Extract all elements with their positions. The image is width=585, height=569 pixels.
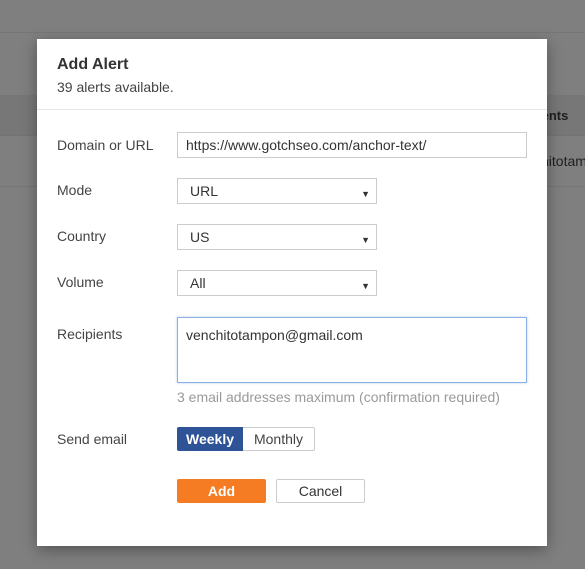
domain-input-value: https://www.gotchseo.com/anchor-text/: [186, 137, 427, 153]
send-email-label: Send email: [57, 431, 128, 447]
volume-label: Volume: [57, 274, 104, 290]
mode-select[interactable]: URL ▼: [177, 178, 377, 204]
weekly-option[interactable]: Weekly: [177, 427, 243, 451]
chevron-down-icon: ▼: [361, 281, 370, 291]
modal-header: Add Alert 39 alerts available.: [37, 39, 547, 110]
background-topbar-divider: [0, 32, 585, 33]
domain-input[interactable]: https://www.gotchseo.com/anchor-text/: [177, 132, 527, 158]
recipients-label: Recipients: [57, 326, 123, 342]
domain-label: Domain or URL: [57, 137, 154, 153]
chevron-down-icon: ▼: [361, 189, 370, 199]
add-alert-modal: Add Alert 39 alerts available. Domain or…: [37, 39, 547, 546]
chevron-down-icon: ▼: [361, 235, 370, 245]
volume-select[interactable]: All ▼: [177, 270, 377, 296]
background-row-recipient: nitotam: [541, 153, 585, 169]
mode-select-value: URL: [190, 183, 219, 199]
monthly-option[interactable]: Monthly: [243, 427, 315, 451]
recipients-textarea[interactable]: venchitotampon@gmail.com: [177, 317, 527, 383]
recipients-hint: 3 email addresses maximum (confirmation …: [177, 389, 500, 405]
recipients-value: venchitotampon@gmail.com: [186, 327, 363, 343]
modal-title: Add Alert: [57, 56, 129, 73]
send-email-toggle: Weekly Monthly: [177, 427, 315, 451]
country-label: Country: [57, 228, 107, 244]
alerts-available-text: 39 alerts available.: [57, 79, 174, 95]
mode-label: Mode: [57, 182, 93, 198]
country-select[interactable]: US ▼: [177, 224, 377, 250]
country-select-value: US: [190, 229, 210, 245]
volume-select-value: All: [190, 275, 206, 291]
cancel-button[interactable]: Cancel: [276, 479, 365, 503]
add-button[interactable]: Add: [177, 479, 266, 503]
